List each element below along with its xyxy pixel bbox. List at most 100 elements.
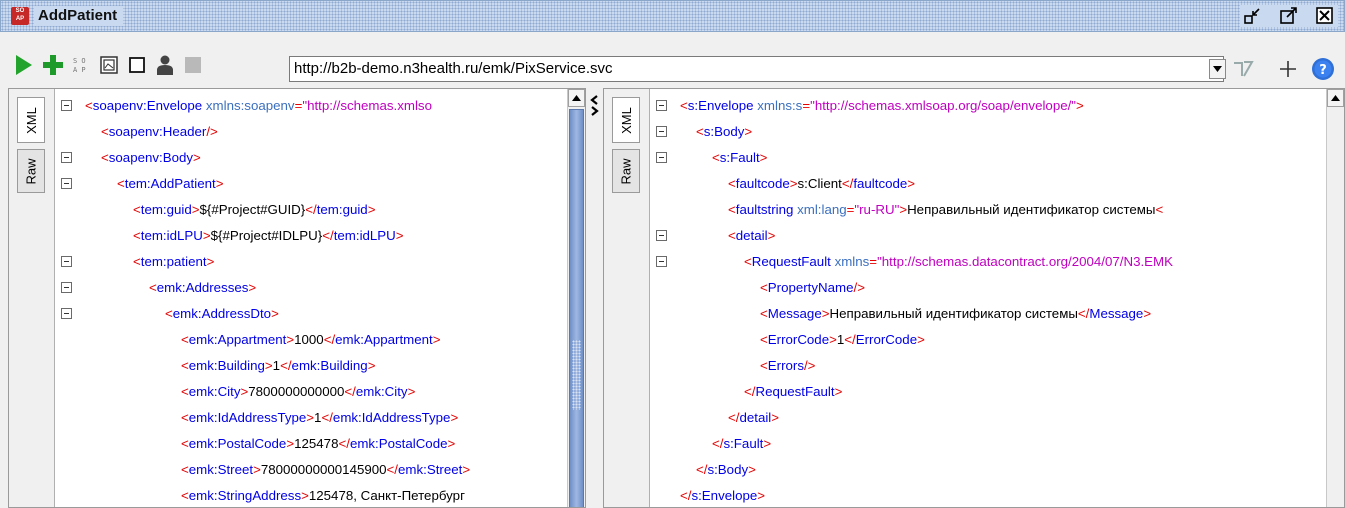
request-tab-xml[interactable]: XML [17, 97, 45, 143]
xml-line: <tem:AddPatient> [61, 171, 566, 197]
xml-token: xml:lang [797, 202, 847, 217]
xml-token: < [1155, 202, 1164, 217]
request-xml-content[interactable]: <soapenv:Envelope xmlns:soapenv="http://… [61, 93, 585, 507]
xml-token: "http://schemas.xmlsoap.org/soap/envelop… [810, 98, 1077, 113]
xml-line-text: </RequestFault> [744, 379, 842, 405]
xml-line: <tem:guid>${#Project#GUID}</tem:guid> [61, 197, 566, 223]
svg-text:A P: A P [73, 66, 86, 74]
maximize-icon[interactable] [1278, 5, 1300, 27]
xml-token: soapenv:Envelope [92, 98, 203, 113]
stop-icon[interactable] [181, 53, 205, 77]
xml-line-text: <emk:Building>1</emk:Building> [181, 353, 375, 379]
tag-icon[interactable] [1231, 57, 1255, 81]
xml-line: <soapenv:Header/> [61, 119, 566, 145]
xml-line-text: <tem:idLPU>${#Project#IDLPU}</tem:idLPU> [133, 223, 404, 249]
splitter-arrows-icon [590, 95, 599, 116]
collapse-icon[interactable] [61, 256, 72, 267]
scroll-up-icon[interactable] [568, 89, 585, 107]
help-icon[interactable]: ? [1311, 57, 1335, 81]
xml-token: > [286, 436, 295, 451]
xml-line: <s:Envelope xmlns:s="http://schemas.xmls… [656, 93, 1324, 119]
xml-token: > [306, 410, 315, 425]
xml-token: emk:Street [398, 462, 463, 477]
xml-token: tem:idLPU [333, 228, 396, 243]
xml-token: < [680, 98, 688, 113]
xml-token: s:Fault [719, 150, 760, 165]
collapse-icon[interactable] [61, 308, 72, 319]
collapse-icon[interactable] [61, 100, 72, 111]
xml-token: RequestFault [751, 254, 831, 269]
image-icon[interactable] [97, 53, 121, 77]
xml-token: < [728, 228, 736, 243]
xml-token: = [802, 98, 811, 113]
xml-token: > [248, 280, 257, 295]
request-tab-raw[interactable]: Raw [17, 149, 45, 193]
xml-line-text: <tem:AddPatient> [117, 171, 223, 197]
request-scroll-thumb[interactable] [569, 109, 584, 507]
xml-token: 125478, Санкт-Петербург [308, 488, 465, 503]
xml-line-text: <soapenv:Header/> [101, 119, 218, 145]
xml-token: < [728, 202, 736, 217]
xml-line: <s:Fault> [656, 145, 1324, 171]
xml-token: < [117, 176, 125, 191]
collapse-icon[interactable] [656, 230, 667, 241]
xml-token: > [1143, 306, 1152, 321]
endpoint-dropdown-button[interactable] [1209, 59, 1226, 79]
xml-line-text: <faultcode>s:Client</faultcode> [728, 171, 915, 197]
xml-line-text: <emk:AddressDto> [165, 301, 279, 327]
collapse-icon[interactable] [656, 152, 667, 163]
run-icon[interactable] [12, 53, 36, 77]
xml-token: Message [1089, 306, 1144, 321]
request-view-tabs: XML Raw [9, 89, 55, 507]
xml-line-text: <Message>Неправильный идентификатор сист… [760, 301, 1151, 327]
close-icon[interactable] [1314, 5, 1336, 27]
xml-token: < [181, 358, 189, 373]
xml-token: < [101, 150, 109, 165]
xml-token: "ru-RU" [854, 202, 900, 217]
collapse-icon[interactable] [61, 152, 72, 163]
xml-line-text: <ErrorCode>1</ErrorCode> [760, 327, 925, 353]
response-tab-xml[interactable]: XML [612, 97, 640, 143]
xml-token: > [829, 332, 837, 347]
restore-icon[interactable] [1242, 5, 1264, 27]
xml-token: faultcode [853, 176, 908, 191]
xml-token: > [789, 176, 798, 191]
xml-token: > [899, 202, 908, 217]
collapse-icon[interactable] [656, 100, 667, 111]
xml-token: < [181, 436, 189, 451]
xml-token: < [696, 124, 704, 139]
xml-token: > [253, 462, 261, 477]
xml-line-text: </detail> [728, 405, 779, 431]
xml-line-text: <RequestFault xmlns="http://schemas.data… [744, 249, 1173, 275]
scroll-up-icon[interactable] [1327, 89, 1344, 107]
xml-token: > [748, 462, 756, 477]
panel-splitter[interactable] [586, 88, 602, 508]
xml-token: 1000 [294, 332, 324, 347]
xml-token: > [202, 228, 211, 243]
collapse-icon[interactable] [656, 256, 667, 267]
collapse-icon[interactable] [656, 126, 667, 137]
wsdl-icon[interactable]: S OA P [69, 53, 93, 77]
xml-token: ErrorCode [767, 332, 830, 347]
xml-token: < [101, 124, 109, 139]
xml-token: > [917, 332, 925, 347]
user-icon[interactable] [153, 53, 177, 77]
xml-token: soapenv:Header [108, 124, 207, 139]
response-tab-raw[interactable]: Raw [612, 149, 640, 193]
collapse-icon[interactable] [61, 178, 72, 189]
xml-line: <PropertyName/> [656, 275, 1324, 301]
xml-line-text: <s:Body> [696, 119, 752, 145]
collapse-icon[interactable] [61, 282, 72, 293]
xml-line-text: <emk:City>7800000000000</emk:City> [181, 379, 415, 405]
endpoint-url-input[interactable]: http://b2b-demo.n3health.ru/emk/PixServi… [289, 56, 1224, 82]
plus-icon[interactable] [1276, 57, 1300, 81]
request-scrollbar[interactable] [567, 89, 585, 507]
xml-token: > [821, 306, 830, 321]
xml-line: <detail> [656, 223, 1324, 249]
response-editor: XML Raw <s:Envelope xmlns:s="http://sche… [603, 88, 1345, 508]
response-xml-content[interactable]: <s:Envelope xmlns:s="http://schemas.xmls… [656, 93, 1344, 507]
xml-line-text: <emk:Appartment>1000</emk:Appartment> [181, 327, 440, 353]
add-icon[interactable] [41, 53, 65, 77]
response-scrollbar[interactable] [1326, 89, 1344, 507]
checkbox-icon[interactable] [125, 53, 149, 77]
